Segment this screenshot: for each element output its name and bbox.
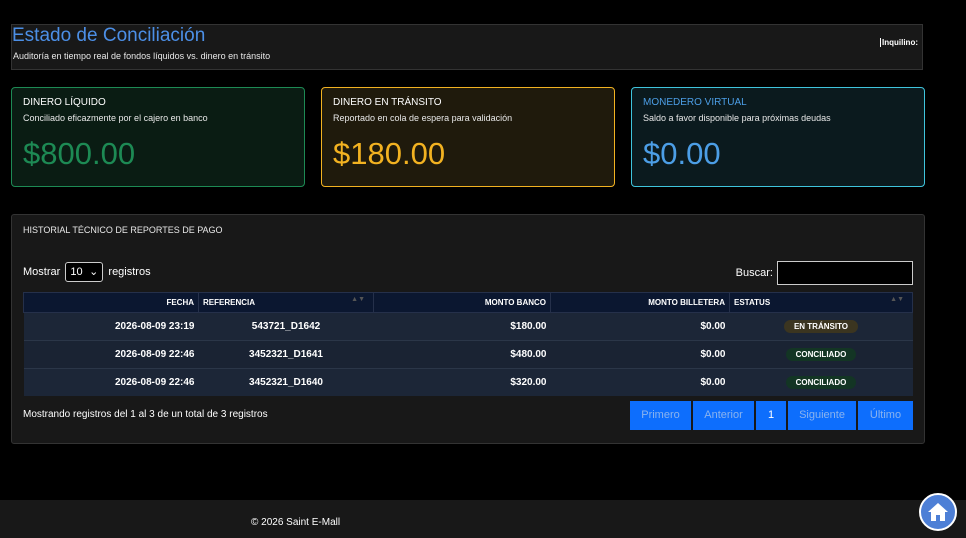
pagination-next-button[interactable]: Siguiente	[788, 401, 856, 430]
cell-date: 2026-08-09 23:19	[23, 312, 199, 341]
card-description: Reportado en cola de espera para validac…	[333, 113, 513, 123]
cell-wallet-amount: $0.00	[550, 312, 730, 341]
page-length-value: 10	[70, 266, 83, 278]
column-header-date[interactable]: FECHA	[23, 292, 199, 313]
card-value: $0.00	[643, 136, 721, 171]
page-length-select[interactable]: 10 ⌄	[65, 262, 104, 282]
tenant-label: Inquilino:	[880, 38, 918, 47]
card-value: $800.00	[23, 136, 136, 171]
card-title: DINERO LÍQUIDO	[23, 97, 106, 108]
pagination-previous-button[interactable]: Anterior	[693, 401, 754, 430]
search-control: Buscar:	[736, 261, 913, 285]
cell-reference: 543721_D1642	[198, 312, 374, 341]
page-length-control: Mostrar 10 ⌄ registros	[23, 262, 151, 282]
chevron-down-icon: ⌄	[89, 266, 99, 278]
pagination-last-button[interactable]: Último	[858, 401, 913, 430]
card-description: Conciliado eficazmente por el cajero en …	[23, 113, 208, 123]
card-title: DINERO EN TRÁNSITO	[333, 97, 442, 108]
cell-date: 2026-08-09 22:46	[23, 368, 199, 396]
cell-status: EN TRÁNSITO	[729, 312, 913, 341]
card-transit-money: DINERO EN TRÁNSITO Reportado en cola de …	[321, 87, 615, 187]
cell-status: CONCILIADO	[729, 368, 913, 396]
table-row: 2026-08-09 23:19 543721_D1642 $180.00 $0…	[23, 312, 913, 341]
column-header-wallet-amount[interactable]: MONTO BILLETERA	[550, 292, 730, 313]
page-header: Estado de Conciliación Auditoría en tiem…	[11, 24, 923, 70]
pagination-first-button[interactable]: Primero	[630, 401, 691, 430]
show-label: Mostrar	[23, 265, 61, 278]
payment-table: FECHA REFERENCIA ▲▼ MONTO BANCO MONTO BIL…	[23, 292, 913, 396]
column-header-reference[interactable]: REFERENCIA ▲▼	[198, 292, 374, 313]
search-input[interactable]	[777, 261, 913, 285]
card-virtual-wallet: MONEDERO VIRTUAL Saldo a favor disponibl…	[631, 87, 925, 187]
search-label: Buscar:	[735, 266, 773, 279]
status-badge: CONCILIADO	[785, 348, 857, 361]
cell-bank-amount: $480.00	[373, 340, 551, 369]
table-row: 2026-08-09 22:46 3452321_D1641 $480.00 $…	[23, 340, 913, 369]
pagination-page-1[interactable]: 1	[756, 401, 786, 430]
page-subtitle: Auditoría en tiempo real de fondos líqui…	[13, 51, 271, 61]
card-liquid-money: DINERO LÍQUIDO Conciliado eficazmente po…	[11, 87, 305, 187]
copyright-text: © 2026 Saint E-Mall	[251, 517, 341, 528]
cell-wallet-amount: $0.00	[550, 340, 730, 369]
cell-wallet-amount: $0.00	[550, 368, 730, 396]
card-description: Saldo a favor disponible para próximas d…	[643, 113, 831, 123]
cell-bank-amount: $180.00	[373, 312, 551, 341]
cell-reference: 3452321_D1640	[198, 368, 374, 396]
sort-icon: ▲▼	[890, 296, 904, 303]
cell-reference: 3452321_D1641	[198, 340, 374, 369]
pagination: Primero Anterior 1 Siguiente Último	[628, 401, 913, 430]
home-icon	[928, 503, 948, 521]
card-title: MONEDERO VIRTUAL	[643, 97, 747, 108]
records-label: registros	[108, 265, 151, 278]
page-title: Estado de Conciliación	[12, 25, 206, 46]
table-info: Mostrando registros del 1 al 3 de un tot…	[23, 409, 268, 420]
cell-date: 2026-08-09 22:46	[23, 340, 199, 369]
status-badge: CONCILIADO	[785, 376, 857, 389]
status-badge: EN TRÁNSITO	[783, 320, 859, 333]
table-header-row: FECHA REFERENCIA ▲▼ MONTO BANCO MONTO BIL…	[23, 292, 913, 313]
column-header-bank-amount[interactable]: MONTO BANCO	[373, 292, 551, 313]
home-button[interactable]	[919, 493, 957, 531]
panel-title: HISTORIAL TÉCNICO DE REPORTES DE PAGO	[23, 225, 223, 235]
table-row: 2026-08-09 22:46 3452321_D1640 $320.00 $…	[23, 368, 913, 396]
cell-status: CONCILIADO	[729, 340, 913, 369]
payment-history-panel: HISTORIAL TÉCNICO DE REPORTES DE PAGO Mo…	[11, 214, 925, 444]
column-header-status[interactable]: ESTATUS ▲▼	[729, 292, 913, 313]
sort-icon: ▲▼	[351, 296, 365, 303]
cell-bank-amount: $320.00	[373, 368, 551, 396]
page-footer: © 2026 Saint E-Mall	[0, 500, 966, 538]
card-value: $180.00	[333, 136, 446, 171]
